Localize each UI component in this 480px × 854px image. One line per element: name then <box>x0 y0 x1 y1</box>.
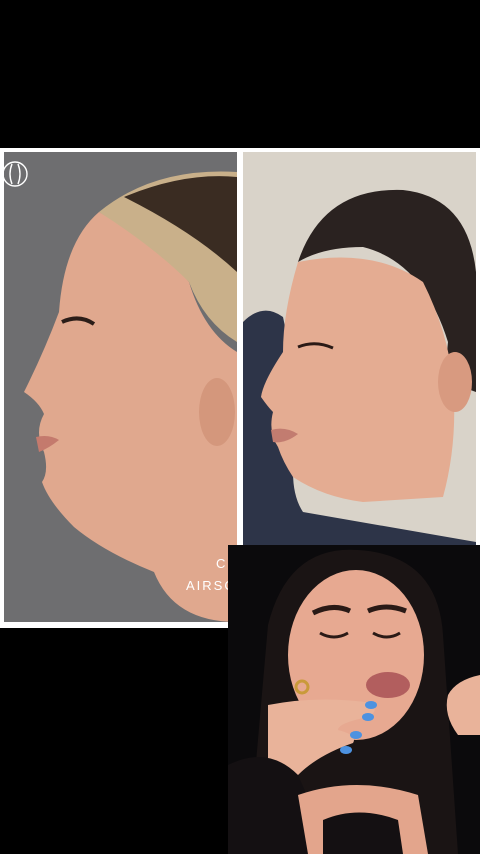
overlay-video <box>228 545 480 854</box>
clinic-monogram-icon <box>2 161 28 187</box>
before-photo <box>4 152 237 622</box>
